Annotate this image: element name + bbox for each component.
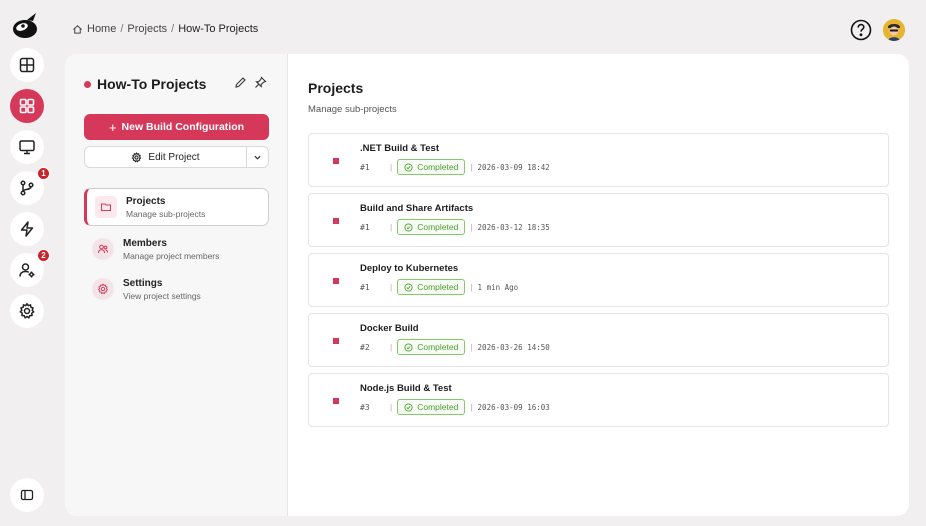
nav-subtitle: Manage sub-projects bbox=[126, 208, 206, 219]
nav-subtitle: View project settings bbox=[123, 290, 201, 301]
home-icon[interactable] bbox=[72, 24, 83, 35]
build-time: 1 min Ago bbox=[477, 282, 519, 292]
new-build-label: New Build Configuration bbox=[121, 121, 245, 133]
sidebar-item-members[interactable]: Members Manage project members bbox=[84, 230, 269, 268]
project-name: Build and Share Artifacts bbox=[360, 203, 474, 214]
git-branch-icon bbox=[20, 180, 34, 196]
user-settings-icon bbox=[19, 263, 35, 278]
status-badge: Completed bbox=[397, 219, 466, 235]
breadcrumb-separator: / bbox=[120, 23, 124, 35]
page-title: Projects bbox=[308, 80, 364, 96]
sidebar-toggle-icon bbox=[20, 489, 34, 501]
check-circle-icon bbox=[404, 342, 413, 352]
gear-icon bbox=[97, 283, 109, 295]
check-circle-icon bbox=[404, 402, 413, 412]
build-time: 2026-03-09 16:03 bbox=[477, 402, 550, 412]
pencil-icon[interactable] bbox=[234, 76, 247, 89]
check-circle-icon bbox=[404, 162, 413, 172]
edit-project-label: Edit Project bbox=[148, 151, 200, 163]
main-card: How-To Projects + New Build Configuratio… bbox=[65, 54, 909, 516]
project-name: Deploy to Kubernetes bbox=[360, 263, 459, 274]
breadcrumb-home[interactable]: Home bbox=[87, 23, 116, 35]
sidebar-item-settings[interactable]: Settings View project settings bbox=[84, 270, 269, 308]
status-dot bbox=[333, 398, 339, 404]
project-sidebar: How-To Projects + New Build Configuratio… bbox=[65, 54, 288, 516]
rail-lightning-button[interactable] bbox=[10, 212, 44, 246]
breadcrumb-separator: / bbox=[171, 23, 175, 35]
project-name: Docker Build bbox=[360, 323, 419, 334]
status-dot bbox=[333, 338, 339, 344]
avatar-icon bbox=[883, 19, 905, 41]
status-badge: Completed bbox=[397, 159, 466, 175]
breadcrumb-current: How-To Projects bbox=[178, 23, 259, 35]
build-number: #1 bbox=[360, 162, 370, 172]
chevron-down-icon bbox=[254, 155, 261, 160]
user-avatar[interactable] bbox=[883, 19, 905, 41]
user-settings-badge: 2 bbox=[37, 249, 50, 262]
build-number: #2 bbox=[360, 342, 370, 352]
project-row[interactable]: Node.js Build & Test #3 | Completed | 20… bbox=[308, 373, 889, 427]
project-name: .NET Build & Test bbox=[360, 143, 439, 154]
rail-git-button[interactable]: 1 bbox=[10, 167, 50, 205]
new-build-configuration-button[interactable]: + New Build Configuration bbox=[84, 114, 269, 140]
monitor-icon bbox=[19, 140, 35, 155]
build-time: 2026-03-09 18:42 bbox=[477, 162, 550, 172]
sidebar-toggle-button[interactable] bbox=[10, 478, 44, 512]
build-time: 2026-03-26 14:50 bbox=[477, 342, 550, 352]
layout-icon bbox=[19, 57, 35, 73]
project-title: How-To Projects bbox=[97, 76, 207, 92]
status-dot bbox=[333, 158, 339, 164]
project-row[interactable]: Docker Build #2 | Completed | 2026-03-26… bbox=[308, 313, 889, 367]
folder-icon bbox=[101, 203, 111, 211]
plus-icon: + bbox=[108, 119, 117, 135]
status-badge: Completed bbox=[397, 279, 466, 295]
folder-icon-wrap bbox=[95, 196, 117, 218]
status-badge: Completed bbox=[397, 339, 466, 355]
check-circle-icon bbox=[404, 222, 413, 232]
project-row[interactable]: .NET Build & Test #1 | Completed | 2026-… bbox=[308, 133, 889, 187]
rail-monitor-button[interactable] bbox=[10, 130, 44, 164]
project-row[interactable]: Deploy to Kubernetes #1 | Completed | 1 … bbox=[308, 253, 889, 307]
breadcrumb: Home / Projects / How-To Projects bbox=[72, 23, 258, 35]
rail-layout-button[interactable] bbox=[10, 48, 44, 82]
app-logo-icon[interactable] bbox=[10, 9, 42, 41]
sidebar-item-projects[interactable]: Projects Manage sub-projects bbox=[84, 188, 269, 226]
content-area: Projects Manage sub-projects .NET Build … bbox=[289, 54, 909, 516]
check-circle-icon bbox=[404, 282, 413, 292]
nav-title: Settings bbox=[123, 277, 163, 289]
edit-project-button[interactable]: Edit Project bbox=[85, 147, 246, 167]
gear-icon bbox=[132, 151, 142, 162]
git-badge: 1 bbox=[37, 167, 50, 180]
breadcrumb-projects[interactable]: Projects bbox=[127, 23, 167, 35]
nav-subtitle: Manage project members bbox=[123, 250, 220, 261]
left-rail: 1 2 bbox=[0, 0, 52, 526]
edit-project-dropdown-button[interactable] bbox=[246, 147, 268, 167]
edit-project-split-button: Edit Project bbox=[84, 146, 269, 168]
help-icon[interactable] bbox=[850, 19, 872, 41]
status-dot bbox=[333, 278, 339, 284]
rail-settings-button[interactable] bbox=[10, 294, 44, 328]
project-row[interactable]: Build and Share Artifacts #1 | Completed… bbox=[308, 193, 889, 247]
dashboard-icon bbox=[19, 98, 35, 114]
pin-icon[interactable] bbox=[254, 76, 267, 89]
members-icon-wrap bbox=[92, 238, 114, 260]
build-number: #1 bbox=[360, 282, 370, 292]
gear-icon-wrap bbox=[92, 278, 114, 300]
project-color-dot bbox=[84, 81, 91, 88]
build-number: #1 bbox=[360, 222, 370, 232]
members-icon bbox=[98, 244, 108, 254]
rail-dashboard-button[interactable] bbox=[10, 89, 44, 123]
nav-title: Members bbox=[123, 237, 167, 249]
gear-icon bbox=[19, 302, 35, 319]
project-name: Node.js Build & Test bbox=[360, 383, 452, 394]
status-dot bbox=[333, 218, 339, 224]
build-time: 2026-03-12 18:35 bbox=[477, 222, 550, 232]
status-badge: Completed bbox=[397, 399, 466, 415]
rail-user-settings-button[interactable]: 2 bbox=[10, 249, 50, 287]
nav-title: Projects bbox=[126, 195, 166, 207]
build-number: #3 bbox=[360, 402, 370, 412]
lightning-icon bbox=[20, 221, 34, 237]
page-subtitle: Manage sub-projects bbox=[308, 104, 397, 115]
